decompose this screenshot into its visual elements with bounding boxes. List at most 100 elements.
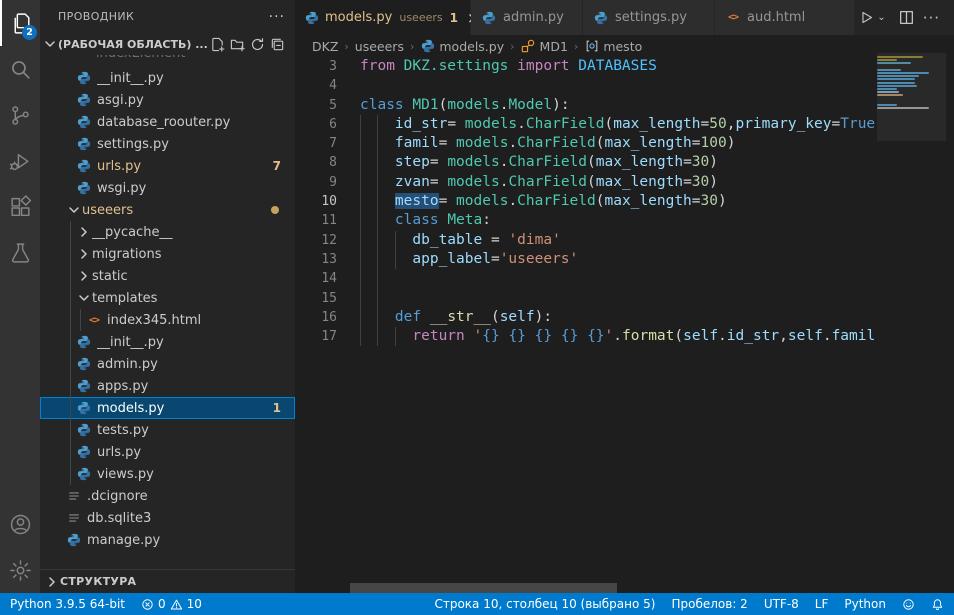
line-number: 3	[295, 57, 337, 76]
horizontal-scrollbar[interactable]	[350, 583, 617, 593]
python-file-icon	[76, 356, 92, 372]
activity-bar-item-account[interactable]	[0, 501, 40, 547]
tree-item-wsgi-py[interactable]: wsgi.py	[40, 177, 295, 199]
feedback-icon[interactable]	[902, 598, 915, 611]
sidebar-more-actions-icon[interactable]: ···	[269, 9, 285, 25]
code-text	[360, 269, 395, 288]
code-text: from DKZ.settings import DATABASES	[360, 57, 657, 76]
tree-item-useeers[interactable]: useeers	[40, 199, 295, 221]
tree-item-templates[interactable]: templates	[40, 287, 295, 309]
tree-item-static[interactable]: static	[40, 265, 295, 287]
code-line-9: 9 zvan= models.CharField(max_length=30)	[295, 173, 877, 192]
activity-bar-spacer	[0, 276, 40, 501]
tree-item--init-py[interactable]: __init__.py	[40, 331, 295, 353]
tree-item-asgi-py[interactable]: asgi.py	[40, 89, 295, 111]
code-text: app_label='useeers'	[360, 250, 578, 269]
tree-item-label: __init__.py	[97, 71, 295, 86]
code-line-11: 11 class Meta:	[295, 211, 877, 230]
tree-item-models-py[interactable]: models.py1	[40, 397, 295, 419]
html-file-icon: <>	[725, 10, 741, 26]
status-bar: Python 3.9.5 64-bit 0 10 Строка 10, стол…	[0, 593, 954, 615]
python-interpreter-status[interactable]: Python 3.9.5 64-bit	[10, 597, 125, 611]
tree-item--pycache-[interactable]: __pycache__	[40, 221, 295, 243]
tab-aud-html[interactable]: <>aud.html	[715, 0, 855, 35]
more-actions-button[interactable]: ···	[919, 6, 944, 30]
activity-bar-item-settings[interactable]	[0, 547, 40, 593]
tree-item-label: index345.html	[107, 313, 295, 328]
tab-label: settings.py	[615, 10, 687, 25]
bell-icon[interactable]	[931, 598, 944, 611]
activity-bar-item-source-control[interactable]	[0, 92, 40, 138]
activity-bar-item-explorer[interactable]: 2	[0, 0, 40, 46]
explorer-sidebar: ПРОВОДНИК ··· (РАБОЧАЯ ОБЛАСТЬ) ... inde…	[40, 0, 295, 593]
tree-item-urls-py[interactable]: urls.py	[40, 441, 295, 463]
tree-item-index345-html[interactable]: <> index345.html	[40, 309, 295, 331]
tree-item--init-py[interactable]: __init__.py	[40, 67, 295, 89]
activity-bar-item-extensions[interactable]	[0, 184, 40, 230]
tree-item-label: manage.py	[87, 533, 295, 548]
breadcrumb-md1[interactable]: MD1	[521, 39, 568, 54]
chevron-down-icon	[42, 36, 58, 52]
line-number: 4	[295, 76, 337, 95]
tree-item-tests-py[interactable]: tests.py	[40, 419, 295, 441]
class-symbol-icon	[521, 39, 536, 54]
tree-item-label: useeers	[82, 203, 271, 218]
warnings-icon	[170, 598, 183, 611]
breadcrumb-useeers[interactable]: useeers	[355, 39, 404, 54]
refresh-icon[interactable]	[247, 34, 267, 54]
beaker-icon	[8, 241, 33, 266]
tree-item-database-roouter-py[interactable]: database_roouter.py	[40, 111, 295, 133]
tab-settings-py[interactable]: settings.py	[583, 0, 715, 35]
problems-status[interactable]: 0 10	[141, 597, 202, 611]
encoding-status[interactable]: UTF-8	[764, 597, 799, 611]
chevron-right-icon	[76, 268, 92, 284]
html-file-icon: <>	[86, 312, 102, 328]
cursor-position-status[interactable]: Строка 10, столбец 10 (выбрано 5)	[434, 597, 655, 611]
tree-item-admin-py[interactable]: admin.py	[40, 353, 295, 375]
tree-item--dcignore[interactable]: .dcignore	[40, 485, 295, 507]
tree-item-migrations[interactable]: migrations	[40, 243, 295, 265]
tab-admin-py[interactable]: admin.py	[471, 0, 583, 35]
code-editor[interactable]: 3from DKZ.settings import DATABASES45cla…	[295, 57, 877, 593]
tree-item-urls-py[interactable]: urls.py7	[40, 155, 295, 177]
tree-item-label: apps.py	[97, 379, 295, 394]
code-text: zvan= models.CharField(max_length=30)	[360, 173, 718, 192]
outline-label: СТРУКТУРА	[60, 575, 136, 588]
collapse-all-icon[interactable]	[267, 34, 287, 54]
tree-item-views-py[interactable]: views.py	[40, 463, 295, 485]
tree-item-apps-py[interactable]: apps.py	[40, 375, 295, 397]
eol-status[interactable]: LF	[815, 597, 829, 611]
chevron-down-icon[interactable]: ⌄	[877, 12, 885, 23]
code-text: famil= models.CharField(max_length=100)	[360, 134, 735, 153]
field-symbol-icon	[584, 39, 599, 54]
split-editor-button[interactable]	[898, 6, 915, 30]
new-folder-icon[interactable]	[227, 34, 247, 54]
breadcrumb-mesto[interactable]: mesto	[584, 39, 642, 54]
tree-item-db-sqlite3[interactable]: db.sqlite3	[40, 507, 295, 529]
outline-section-header[interactable]: СТРУКТУРА	[40, 569, 295, 593]
tree-item-settings-py[interactable]: settings.py	[40, 133, 295, 155]
python-file-icon	[76, 378, 92, 394]
breadcrumb-models-py[interactable]: models.py	[420, 39, 504, 54]
workspace-section-header[interactable]: (РАБОЧАЯ ОБЛАСТЬ) ...	[40, 33, 295, 55]
python-file-icon	[76, 400, 92, 416]
tab-models-py[interactable]: models.pyuseeers1×	[295, 0, 471, 35]
code-line-10: 10 mesto= models.CharField(max_length=30…	[295, 192, 877, 211]
code-line-15: 15	[295, 289, 877, 308]
activity-bar-item-search[interactable]	[0, 46, 40, 92]
indent-guide	[70, 221, 71, 485]
activity-bar-item-testing[interactable]	[0, 230, 40, 276]
tree-item-manage-py[interactable]: manage.py	[40, 529, 295, 551]
code-line-12: 12 db_table = 'dima'	[295, 231, 877, 250]
line-number: 11	[295, 211, 337, 230]
minimap[interactable]	[877, 53, 946, 593]
code-line-8: 8 step= models.CharField(max_length=30)	[295, 153, 877, 172]
minimap-slider[interactable]	[877, 53, 946, 141]
new-file-icon[interactable]	[207, 34, 227, 54]
run-python-file-button[interactable]	[858, 6, 875, 30]
indentation-status[interactable]: Пробелов: 2	[671, 597, 747, 611]
breadcrumb-dkz[interactable]: DKZ	[312, 39, 338, 54]
activity-bar-item-run-debug[interactable]	[0, 138, 40, 184]
source-control-icon	[8, 103, 33, 128]
language-mode-status[interactable]: Python	[844, 597, 886, 611]
